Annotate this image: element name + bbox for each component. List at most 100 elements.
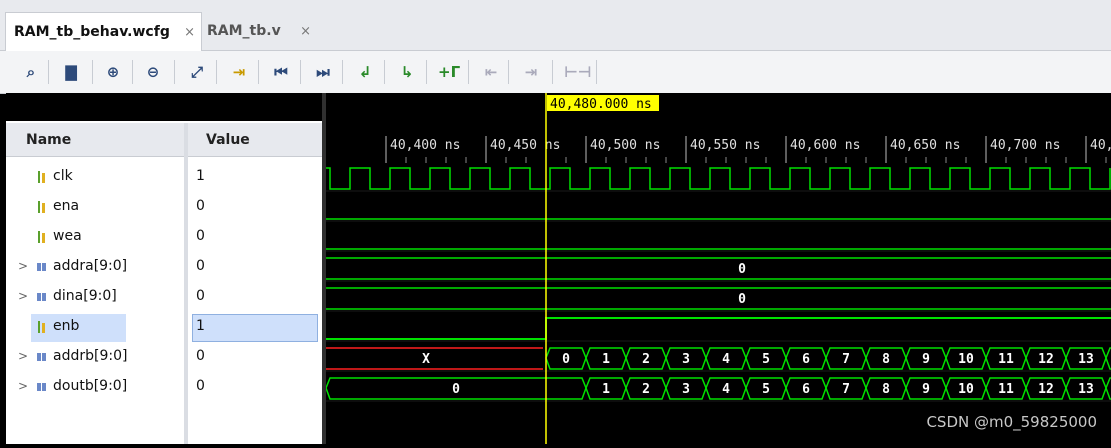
signal-icon (38, 201, 45, 213)
signal-row[interactable]: wea 0 (6, 223, 326, 253)
signal-value: 1 (196, 318, 205, 334)
clk-waveform (326, 167, 1111, 190)
time-tick-label: 40,450 ns (490, 138, 560, 153)
bus-value-label: 3 (682, 352, 690, 367)
bus-icon (37, 293, 46, 301)
expand-chevron-icon[interactable]: > (18, 379, 28, 393)
signal-list-panel: Name Value clk 1 ena 0 wea 0 > addra[9:0] 0 > dina… (6, 93, 326, 444)
signal-row[interactable]: enb 1 (6, 313, 326, 343)
next-transition-icon[interactable]: ↳ (396, 61, 418, 83)
time-tick-label: 40,550 ns (690, 138, 760, 153)
go-to-cursor-icon[interactable]: ⇥ (228, 61, 250, 83)
go-to-last-time-icon[interactable]: ⏭ (312, 61, 334, 83)
signal-row[interactable]: > dina[9:0] 0 (6, 283, 326, 313)
bus-icon (37, 263, 46, 271)
next-marker-icon[interactable]: ⇥ (520, 61, 542, 83)
waveform-area[interactable]: 40,400 ns 40,450 ns 40,500 ns 40,550 ns 40,6… (325, 93, 1111, 444)
toolbar-separator (342, 60, 343, 84)
bus-value-label: 2 (642, 382, 650, 397)
previous-marker-icon[interactable]: ⇤ (480, 61, 502, 83)
waveform-toolbar: ⌕ ▇ ⊕ ⊖ ⤢ ⇥ ⏮ ⏭ ↲ ↳ +Γ ⇤ ⇥ ⊢⊣ (0, 51, 1111, 94)
expand-chevron-icon[interactable]: > (18, 349, 28, 363)
signal-name: ena (53, 198, 80, 214)
toolbar-separator (596, 60, 597, 84)
toolbar-separator (258, 60, 259, 84)
bus-value-label: 4 (722, 382, 730, 397)
signal-name: addra[9:0] (53, 258, 128, 274)
signal-value: 0 (196, 378, 205, 394)
signal-row[interactable]: clk 1 (6, 163, 326, 193)
bus-value-label: 2 (642, 352, 650, 367)
waveform-canvas[interactable]: 40,400 ns 40,450 ns 40,500 ns 40,550 ns 40,6… (325, 93, 1111, 444)
previous-transition-icon[interactable]: ↲ (354, 61, 376, 83)
toolbar-separator (174, 60, 175, 84)
signal-row[interactable]: > addra[9:0] 0 (6, 253, 326, 283)
toolbar-separator (426, 60, 427, 84)
go-to-time-0-icon[interactable]: ⏮ (270, 61, 292, 83)
time-tick-label: 40,400 ns (390, 138, 460, 153)
bus-value-label: 0 (738, 262, 746, 277)
time-tick-label: 40,600 ns (790, 138, 860, 153)
signal-row[interactable]: > addrb[9:0] 0 (6, 343, 326, 373)
time-tick-label: 40,700 ns (990, 138, 1060, 153)
toolbar-separator (48, 60, 49, 84)
signal-value: 0 (196, 198, 205, 214)
toolbar-separator (92, 60, 93, 84)
signal-name: dina[9:0] (53, 288, 117, 304)
signal-icon (38, 321, 45, 333)
signal-name: doutb[9:0] (53, 378, 128, 394)
signal-row[interactable]: ena 0 (6, 193, 326, 223)
tab-ram-tb-behav-wcfg[interactable]: RAM_tb_behav.wcfg × (5, 12, 202, 51)
bus-value-label: 6 (802, 352, 810, 367)
bus-value-label: 5 (762, 382, 770, 397)
expand-chevron-icon[interactable]: > (18, 259, 28, 273)
doutb-waveform (1105, 377, 1111, 400)
save-icon[interactable]: ▇ (60, 61, 82, 83)
name-column-header[interactable]: Name (6, 123, 184, 157)
zoom-out-icon[interactable]: ⊖ (142, 61, 164, 83)
bus-icon (37, 383, 46, 391)
bus-value-label: 12 (1038, 352, 1054, 367)
expand-chevron-icon[interactable]: > (18, 289, 28, 303)
bus-value-label: 9 (922, 352, 930, 367)
close-icon[interactable]: × (300, 24, 311, 39)
close-icon[interactable]: × (184, 25, 195, 40)
bus-value-label: 3 (682, 382, 690, 397)
cursor-time-label: 40,480.000 ns (550, 97, 652, 112)
signal-name: addrb[9:0] (53, 348, 128, 364)
signal-icon (38, 231, 45, 243)
zoom-in-icon[interactable]: ⊕ (102, 61, 124, 83)
toolbar-separator (508, 60, 509, 84)
value-column-header[interactable]: Value (188, 123, 326, 157)
bus-value-label: 0 (452, 382, 460, 397)
bus-icon (37, 353, 46, 361)
toolbar-separator (132, 60, 133, 84)
time-tick-label: 40,500 ns (590, 138, 660, 153)
swap-cursors-icon[interactable]: ⊢⊣ (564, 61, 591, 83)
bus-value-label: 1 (602, 382, 610, 397)
toolbar-separator (216, 60, 217, 84)
add-marker-icon[interactable]: +Γ (438, 61, 460, 83)
tab-ram-tb-v[interactable]: RAM_tb.v × (205, 12, 317, 50)
bus-value-label: 13 (1078, 352, 1094, 367)
signal-name: enb (53, 318, 80, 334)
signal-name: wea (53, 228, 82, 244)
bus-value-label: 13 (1078, 382, 1094, 397)
tab-label: RAM_tb_behav.wcfg (14, 24, 170, 40)
signal-value: 0 (196, 348, 205, 364)
watermark: CSDN @m0_59825000 (926, 413, 1097, 431)
bus-value-label: 7 (842, 352, 850, 367)
zoom-fit-icon[interactable]: ⤢ (186, 61, 208, 83)
signal-icon (38, 171, 45, 183)
signal-row[interactable]: > doutb[9:0] 0 (6, 373, 326, 403)
time-tick-label: 40,750 ns (1090, 138, 1111, 153)
bus-value-label: 12 (1038, 382, 1054, 397)
signal-value: 0 (196, 258, 205, 274)
toolbar-separator (300, 60, 301, 84)
tab-label: RAM_tb.v (207, 23, 281, 39)
bus-value-label: 9 (922, 382, 930, 397)
panel-top-strip (6, 93, 326, 121)
toolbar-separator (468, 60, 469, 84)
search-icon[interactable]: ⌕ (20, 61, 42, 83)
bus-value-label: 4 (722, 352, 730, 367)
